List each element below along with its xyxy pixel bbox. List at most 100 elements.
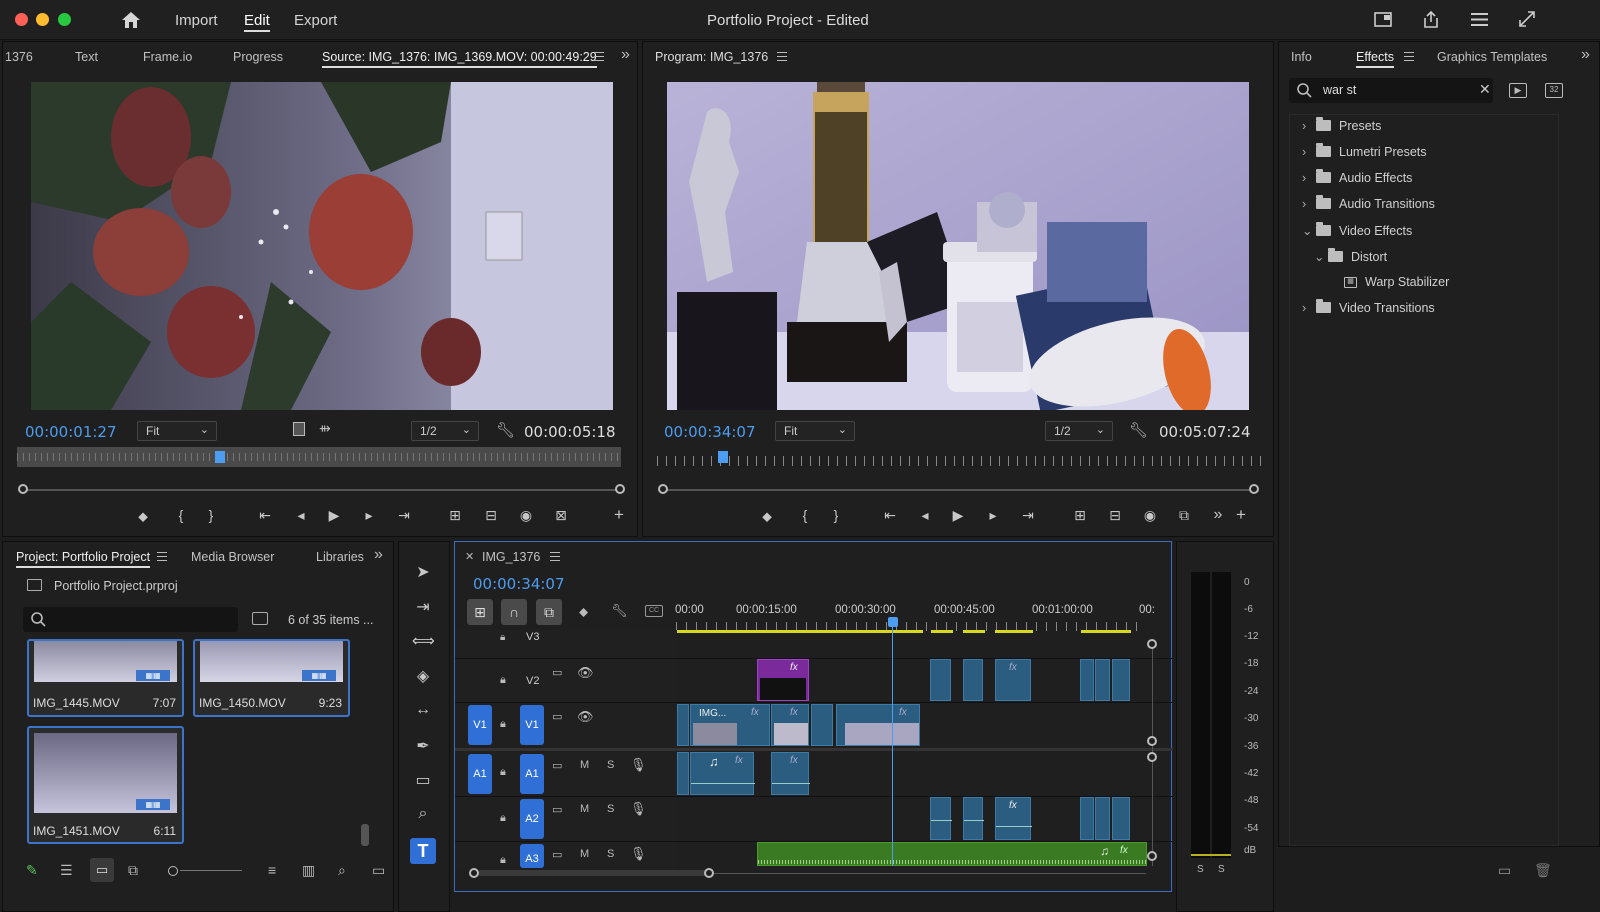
tree-item-video-effects[interactable]: ⌄ Video Effects xyxy=(1302,222,1412,245)
program-resolution-dropdown[interactable]: 1/2 ⌄ xyxy=(1045,421,1113,441)
clip-v2[interactable]: fx xyxy=(995,659,1031,701)
step-back-icon[interactable]: ◂ xyxy=(291,507,311,524)
clip-v2[interactable] xyxy=(1080,659,1094,701)
clip-a2[interactable] xyxy=(1112,797,1130,840)
tree-item-warp-stabilizer[interactable]: ▦ Warp Stabilizer xyxy=(1344,275,1449,297)
program-timecode[interactable]: 00:00:34:07 xyxy=(664,423,756,441)
insert-nest-icon[interactable]: ⊞ xyxy=(467,599,493,625)
snap-icon[interactable]: ∩ xyxy=(501,599,527,625)
wrench-icon[interactable]: 🔧︎ xyxy=(1129,421,1148,439)
lift-icon[interactable]: ⊠ xyxy=(551,507,571,524)
zoom-tool-icon[interactable]: ⌕ xyxy=(412,805,434,827)
eye-icon[interactable]: 👁︎ xyxy=(577,665,594,681)
tree-item-distort[interactable]: ⌄ Distort xyxy=(1314,248,1387,271)
clip-v2[interactable] xyxy=(1095,659,1110,701)
sync-lock-icon[interactable]: ▭ xyxy=(552,848,562,861)
tab-libraries[interactable]: Libraries xyxy=(316,550,364,564)
sync-lock-icon[interactable]: ▭ xyxy=(552,803,562,816)
lock-icon[interactable]: 🔒︎ xyxy=(500,812,506,825)
new-bin-icon[interactable]: ▭ xyxy=(372,862,385,879)
automate-to-sequence-icon[interactable]: ▥ xyxy=(302,862,315,879)
icon-view-icon[interactable]: ▭ xyxy=(90,858,114,882)
clip-a2[interactable] xyxy=(930,797,952,840)
menu-import[interactable]: Import xyxy=(175,12,218,29)
scroll-handle-right[interactable] xyxy=(615,484,625,494)
clip-thumbnail[interactable]: ▦▦ IMG_1450.MOV 9:23 xyxy=(193,639,350,717)
effects-search-value[interactable]: war st xyxy=(1323,83,1356,97)
extract-icon[interactable]: ⊟ xyxy=(1105,507,1125,524)
step-forward-icon[interactable]: ▸ xyxy=(359,507,379,524)
panel-menu-icon[interactable] xyxy=(550,552,560,561)
tab-progress[interactable]: Progress xyxy=(233,50,283,64)
scroll-handle[interactable] xyxy=(1147,851,1157,861)
lock-icon[interactable]: 🔒︎ xyxy=(500,766,506,779)
scroll-handle[interactable] xyxy=(1147,639,1157,649)
add-marker-icon[interactable]: ⬥ xyxy=(579,604,588,620)
quick-export-icon[interactable] xyxy=(1374,11,1394,29)
workspaces-icon[interactable] xyxy=(1470,11,1489,28)
clip-a3-music[interactable]: ♫ fx xyxy=(757,842,1148,866)
menu-edit[interactable]: Edit xyxy=(244,12,270,32)
lock-icon[interactable]: 🔒︎ xyxy=(500,854,506,867)
tab-effects[interactable]: Effects xyxy=(1356,50,1394,68)
go-to-out-icon[interactable]: ⇥ xyxy=(1018,507,1038,524)
scroll-handle[interactable] xyxy=(1147,752,1157,762)
panel-menu-icon[interactable] xyxy=(594,52,604,61)
eye-icon[interactable]: 👁︎ xyxy=(577,709,594,725)
lock-icon[interactable]: 🔒︎ xyxy=(500,674,506,687)
mute-button[interactable]: M xyxy=(580,803,589,815)
program-video-frame[interactable] xyxy=(667,82,1249,410)
source-fit-dropdown[interactable]: Fit ⌄ xyxy=(137,421,217,441)
solo-button[interactable]: S xyxy=(607,848,614,860)
source-video-frame[interactable] xyxy=(31,82,613,410)
solo-button[interactable]: S xyxy=(607,759,614,771)
source-patch-v1[interactable]: V1 xyxy=(468,705,492,745)
lift-icon[interactable]: ⊞ xyxy=(1070,507,1090,524)
sync-lock-icon[interactable]: ▭ xyxy=(552,759,562,772)
scroll-handle-left[interactable] xyxy=(658,484,668,494)
lock-icon[interactable]: 🔒︎ xyxy=(500,718,506,731)
accelerated-effects-icon[interactable]: ▶ xyxy=(1509,83,1527,98)
add-button-icon[interactable]: + xyxy=(609,505,629,525)
mark-in-icon[interactable]: { xyxy=(171,507,191,523)
more-tabs-icon[interactable]: » xyxy=(621,46,630,64)
tree-item-audio-transitions[interactable]: › Audio Transitions xyxy=(1302,195,1435,219)
source-resolution-dropdown[interactable]: 1/2 ⌄ xyxy=(411,421,479,441)
program-playhead[interactable] xyxy=(718,451,728,463)
32bit-effects-icon[interactable]: 32 xyxy=(1545,83,1563,98)
program-time-ruler[interactable] xyxy=(657,456,1261,466)
minimize-window-button[interactable] xyxy=(36,13,49,26)
zoom-slider-handle[interactable] xyxy=(168,866,178,876)
wrench-icon[interactable]: 🔧︎ xyxy=(611,603,628,619)
timeline-scroll-thumb[interactable] xyxy=(478,870,708,876)
program-fit-dropdown[interactable]: Fit ⌄ xyxy=(775,421,855,441)
close-sequence-icon[interactable]: ✕ xyxy=(465,550,474,563)
add-marker-icon[interactable]: ⬥ xyxy=(133,508,153,525)
export-frame-icon[interactable]: ◉ xyxy=(1140,507,1160,524)
source-patch-a1[interactable]: A1 xyxy=(468,754,492,794)
menu-export[interactable]: Export xyxy=(294,12,337,29)
export-frame-icon[interactable]: ◉ xyxy=(516,507,536,524)
clip-a1[interactable] xyxy=(677,752,689,795)
trash-icon[interactable]: 🗑︎ xyxy=(1534,862,1552,879)
panel-menu-icon[interactable] xyxy=(777,52,787,61)
insert-clip-icon[interactable]: ⊞ xyxy=(445,507,465,524)
source-zoom-scrollbar[interactable] xyxy=(23,489,621,491)
go-to-out-icon[interactable]: ⇥ xyxy=(394,507,414,524)
new-bin-icon[interactable]: ▭ xyxy=(1498,862,1511,879)
tab-source[interactable]: Source: IMG_1376: IMG_1369.MOV: 00:00:49… xyxy=(322,50,597,68)
clip-a2[interactable] xyxy=(963,797,984,840)
tree-item-presets[interactable]: › Presets xyxy=(1302,117,1381,141)
more-tabs-icon[interactable]: » xyxy=(1581,46,1590,64)
mark-out-icon[interactable]: } xyxy=(826,507,846,523)
clip-a1[interactable]: ♫ fx xyxy=(690,752,755,795)
overwrite-clip-icon[interactable]: ⊟ xyxy=(481,507,501,524)
clip-v1[interactable] xyxy=(811,704,833,746)
sync-lock-icon[interactable]: ▭ xyxy=(552,710,562,723)
clip-a2[interactable] xyxy=(1095,797,1110,840)
home-icon[interactable] xyxy=(120,10,142,30)
comparison-view-icon[interactable]: ⧉ xyxy=(1174,507,1194,524)
scroll-handle-left[interactable] xyxy=(469,868,479,878)
tree-item-video-transitions[interactable]: › Video Transitions xyxy=(1302,299,1435,323)
sort-icon[interactable]: ≡ xyxy=(268,862,276,878)
